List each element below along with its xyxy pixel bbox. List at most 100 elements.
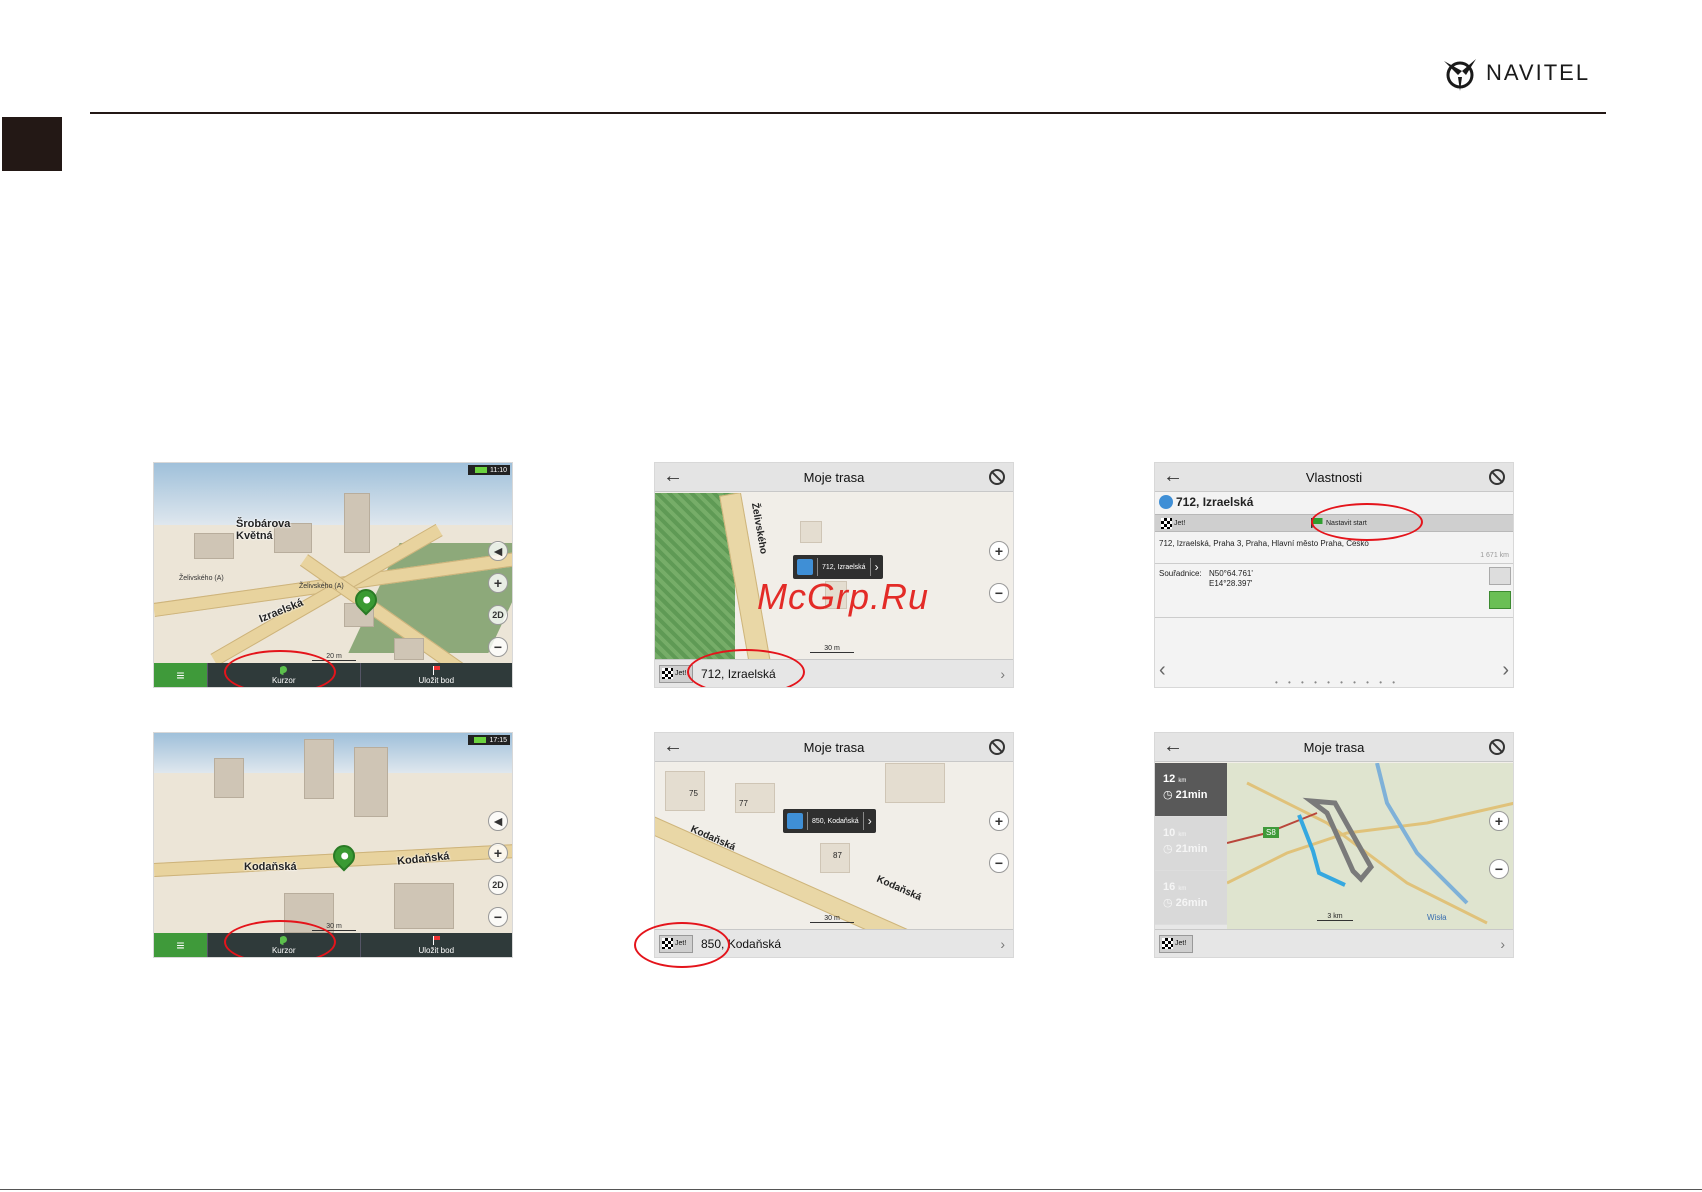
home-icon	[787, 813, 803, 829]
globe-off-icon[interactable]	[989, 469, 1005, 485]
latitude: N50°64.761'	[1209, 569, 1253, 578]
longitude: E14°28.397'	[1209, 579, 1253, 588]
chevron-right-icon: ›	[867, 814, 872, 828]
home-icon	[797, 559, 813, 575]
distance: 1 671 km	[1480, 552, 1509, 559]
route-option[interactable]: 10 km ◷ 21min	[1155, 817, 1227, 871]
route-distance: 10	[1163, 827, 1176, 839]
brand-logo: NAVITEL	[1440, 50, 1590, 96]
send-message-button[interactable]	[1489, 591, 1511, 609]
menu-button[interactable]: ≡	[154, 663, 207, 687]
screen-title: Moje trasa	[803, 469, 865, 485]
screenshot-route-options: ← Moje trasa 12 km ◷ 21min 10 km ◷ 21min…	[1154, 732, 1514, 958]
view-mode-button[interactable]: 2D	[488, 605, 508, 625]
zoom-out-button[interactable]: −	[488, 637, 508, 657]
callout-divider	[807, 812, 808, 830]
street-label: Želivského	[748, 502, 769, 555]
route-map[interactable]: S8 Wisła 3 km + −	[1227, 763, 1513, 929]
zoom-out-button[interactable]: −	[488, 907, 508, 927]
save-point-button[interactable]: Uložit bod	[359, 663, 513, 687]
building	[885, 763, 945, 803]
route-unit: km	[1178, 886, 1187, 892]
route-option[interactable]: 12 km ◷ 21min	[1155, 763, 1227, 817]
view-mode-button[interactable]: 2D	[488, 875, 508, 895]
zoom-in-button[interactable]: +	[1489, 811, 1509, 831]
map-view[interactable]: 75 77 87 Kodaňská Kodaňská 850, Kodaňská…	[655, 763, 1013, 929]
back-arrow-icon[interactable]: ←	[1163, 735, 1183, 758]
edit-button[interactable]	[1489, 567, 1511, 585]
route-time: 21min	[1175, 843, 1208, 855]
chevron-right-icon: ›	[1000, 935, 1005, 952]
coordinates-label: Souřadnice:	[1159, 569, 1202, 578]
poi-label: Želivského (A)	[299, 583, 344, 590]
map-scale: 30 m	[810, 645, 854, 653]
street-label: Šrobárova	[236, 518, 291, 530]
zoom-in-button[interactable]: +	[488, 843, 508, 863]
zoom-in-button[interactable]: +	[989, 811, 1009, 831]
building	[194, 533, 234, 559]
sky	[154, 463, 512, 525]
divider	[1155, 617, 1513, 618]
home-icon	[1159, 495, 1173, 509]
building	[344, 493, 370, 553]
route-distance: 12	[1163, 773, 1176, 785]
checkered-flag-icon	[1161, 517, 1172, 529]
header-rule	[90, 112, 1606, 114]
place-name: 712, Izraelská	[1176, 495, 1254, 509]
route-footer[interactable]: Jet! ›	[1155, 929, 1513, 957]
callout-divider	[862, 812, 864, 830]
volume-button[interactable]: ◄	[488, 811, 508, 831]
route-distance: 16	[1163, 881, 1176, 893]
screen-header: ← Moje trasa	[655, 463, 1013, 492]
screenshot-route-point-2: ← Moje trasa 75 77 87 Kodaňská Kodaňská …	[654, 732, 1014, 958]
building	[394, 883, 454, 929]
navitel-logo-icon	[1444, 59, 1476, 91]
route-unit: km	[1178, 832, 1187, 838]
prev-page-arrow-icon[interactable]: ‹	[1159, 659, 1166, 682]
watermark: McGrp.Ru	[757, 576, 930, 617]
screen-header: ← Vlastnosti	[1155, 463, 1513, 492]
back-arrow-icon[interactable]: ←	[1163, 465, 1183, 488]
building	[665, 771, 705, 811]
back-arrow-icon[interactable]: ←	[663, 465, 683, 488]
menu-button[interactable]: ≡	[154, 933, 207, 957]
building-number: 87	[833, 851, 842, 860]
battery-icon	[475, 467, 487, 473]
screenshot-map-cursor-1: 11:10 Šrobárova Květná Izraelská Želivsk…	[153, 462, 513, 688]
route-option[interactable]: 16 km ◷ 26min	[1155, 871, 1227, 925]
chevron-right-icon: ›	[1000, 665, 1005, 682]
zoom-out-button[interactable]: −	[1489, 859, 1509, 879]
highlight-oval	[1311, 503, 1423, 541]
back-arrow-icon[interactable]: ←	[663, 735, 683, 758]
flag-icon	[432, 666, 440, 675]
place-title: 712, Izraelská	[1159, 495, 1253, 509]
building-number: 75	[689, 789, 698, 798]
map-scale: 30 m	[810, 915, 854, 923]
save-point-button[interactable]: Uložit bod	[359, 933, 513, 957]
volume-button[interactable]: ◄	[488, 541, 508, 561]
zoom-in-button[interactable]: +	[488, 573, 508, 593]
globe-off-icon[interactable]	[1489, 739, 1505, 755]
save-point-label: Uložit bod	[418, 676, 455, 685]
globe-off-icon[interactable]	[989, 739, 1005, 755]
chapter-tab	[2, 117, 62, 171]
screenshot-properties: ← Vlastnosti 712, Izraelská Jet! Nastavi…	[1154, 462, 1514, 688]
river-label: Wisła	[1427, 913, 1447, 922]
callout-label: 850, Kodaňská	[812, 817, 859, 825]
go-button[interactable]: Jet!	[1159, 514, 1193, 532]
save-point-label: Uložit bod	[418, 946, 455, 955]
globe-off-icon[interactable]	[1489, 469, 1505, 485]
building	[354, 747, 388, 817]
callout-divider	[869, 558, 871, 576]
zoom-out-button[interactable]: −	[989, 583, 1009, 603]
checkered-flag-icon	[1162, 938, 1173, 949]
callout-divider	[817, 558, 818, 576]
poi-label: Želivského (A)	[179, 575, 224, 582]
go-button[interactable]: Jet!	[1159, 934, 1193, 953]
address-callout[interactable]: 850, Kodaňská ›	[783, 809, 876, 833]
route-map-drawing	[1227, 763, 1513, 925]
zoom-in-button[interactable]: +	[989, 541, 1009, 561]
highlight-oval	[224, 920, 336, 957]
zoom-out-button[interactable]: −	[989, 853, 1009, 873]
next-page-arrow-icon[interactable]: ›	[1502, 659, 1509, 682]
